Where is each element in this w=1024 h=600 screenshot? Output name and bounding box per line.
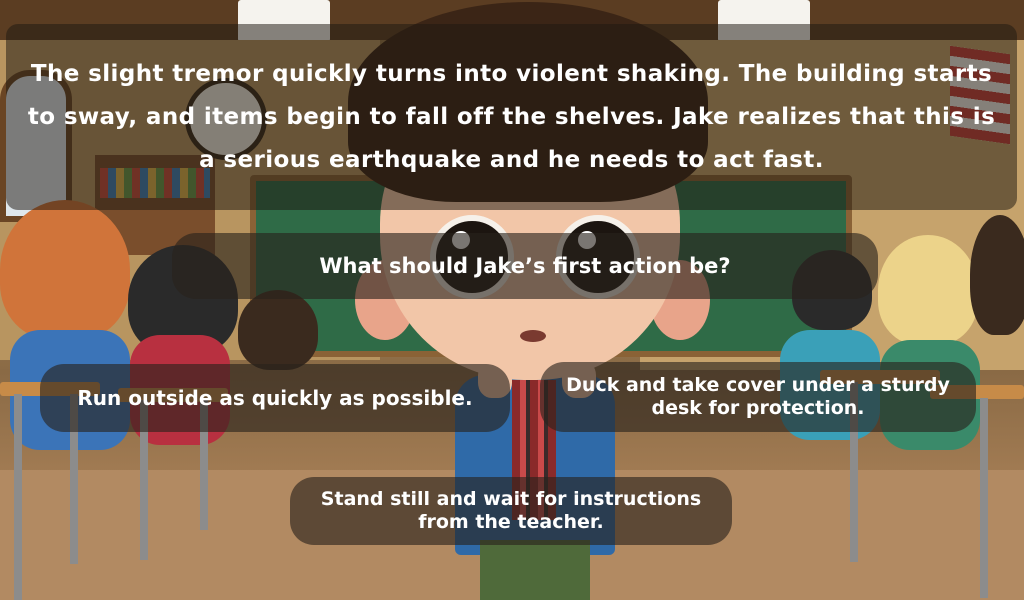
choice-label: Stand still and wait for instructions fr… [320, 488, 702, 533]
classmate-head [0, 200, 130, 340]
classmate-head [878, 235, 978, 345]
narration-text: The slight tremor quickly turns into vio… [27, 60, 996, 173]
classmate-head [970, 215, 1024, 335]
question-prompt: What should Jake’s first action be? [172, 233, 878, 299]
jake-mouth [520, 330, 546, 342]
choice-duck-cover-button[interactable]: Duck and take cover under a sturdy desk … [540, 362, 976, 432]
narration-panel: The slight tremor quickly turns into vio… [6, 24, 1017, 210]
choice-stand-still-button[interactable]: Stand still and wait for instructions fr… [290, 477, 732, 545]
choice-run-outside-button[interactable]: Run outside as quickly as possible. [40, 364, 510, 432]
jake-pants [480, 540, 590, 600]
choice-label: Run outside as quickly as possible. [77, 386, 473, 410]
question-text: What should Jake’s first action be? [319, 254, 731, 278]
desk-leg [980, 398, 988, 598]
classmate-head [238, 290, 318, 370]
choice-label: Duck and take cover under a sturdy desk … [566, 374, 950, 419]
desk-leg [14, 394, 22, 600]
